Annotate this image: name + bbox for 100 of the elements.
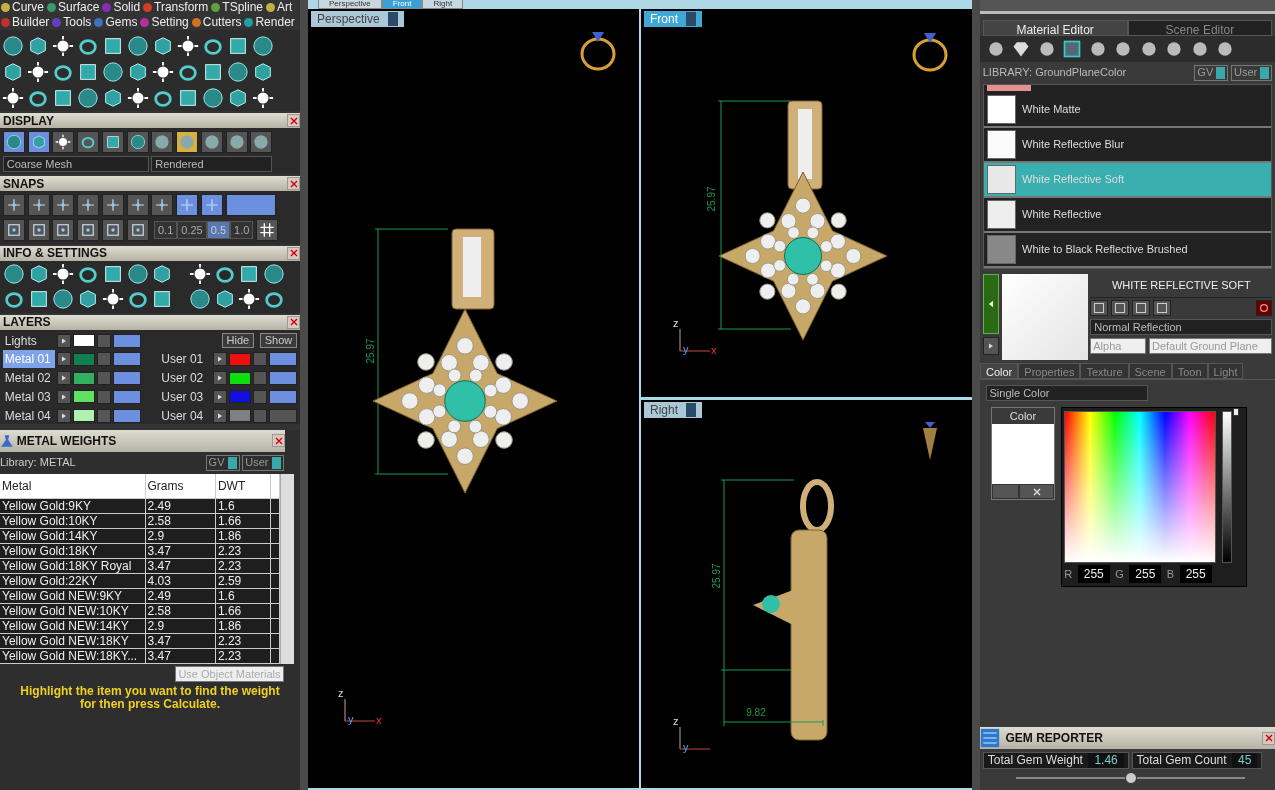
snap-button[interactable] [101,218,124,241]
layer-color[interactable] [229,371,252,385]
close-button[interactable] [1262,731,1275,745]
sun-icon[interactable] [177,35,199,57]
snap-button[interactable] [176,194,198,216]
property-tab[interactable]: Texture [1080,362,1129,379]
snap-button[interactable] [2,218,25,241]
visibility-toggle[interactable] [112,389,141,404]
snap-button[interactable] [101,194,124,216]
sun-icon[interactable] [2,87,24,109]
column-header[interactable]: Metal [0,473,145,498]
sun-icon[interactable] [52,263,75,286]
menu-item[interactable]: Builder [12,15,50,30]
sphere-icon[interactable] [252,35,274,57]
sphere-icon[interactable] [77,87,99,109]
square-icon[interactable] [77,61,99,83]
layer-color[interactable] [229,352,252,366]
close-button[interactable] [287,114,300,127]
color-mode-dropdown[interactable]: Single Color [985,385,1148,402]
sphere-icon[interactable] [202,87,224,109]
toolbar-button[interactable] [1131,300,1150,317]
view-mode-button[interactable] [77,130,99,153]
sun-icon[interactable] [127,87,149,109]
step-button[interactable]: 1.0 [230,220,254,239]
snap-button[interactable] [126,218,149,241]
menu-item[interactable]: Surface [58,0,100,15]
step-button[interactable]: 0.25 [177,220,207,239]
cube-icon[interactable] [27,35,49,57]
shading-button[interactable] [176,130,198,153]
menu-item[interactable]: Solid [113,0,141,15]
channel-value-field[interactable]: 255 [1179,565,1212,584]
scrollbar[interactable] [280,473,294,664]
cube-icon[interactable] [2,61,24,83]
visibility-toggle[interactable] [112,408,141,423]
square-icon[interactable] [202,61,224,83]
visibility-toggle[interactable] [269,408,298,423]
show-button[interactable]: Show [259,333,298,348]
square-icon[interactable] [177,87,199,109]
property-tab[interactable]: Color [980,362,1019,379]
expand-button[interactable] [56,371,71,385]
sun-icon[interactable] [188,263,211,286]
editor-tab[interactable]: Scene Editor [1127,20,1273,36]
layer-name[interactable]: Lights [2,331,55,350]
shading-button[interactable] [250,130,273,153]
column-header[interactable]: Grams [145,473,216,498]
close-button[interactable] [287,246,300,260]
menu-item[interactable]: Transform [154,0,209,15]
menu-item[interactable]: Setting [151,15,189,30]
column-header[interactable]: DWT [215,473,271,498]
expand-button[interactable] [213,352,228,367]
cube-icon[interactable] [227,87,249,109]
property-tab[interactable]: Toon [1171,362,1208,379]
sphere-icon[interactable] [263,263,285,286]
menu-item[interactable]: Cutters [202,15,242,30]
menu-item[interactable]: Art [277,0,293,15]
snap-button[interactable] [77,218,99,241]
property-tab[interactable]: Scene [1128,362,1172,379]
library-toggle[interactable]: GV [205,454,240,471]
sphere-icon[interactable] [2,263,25,286]
expand-button[interactable] [982,336,999,355]
square-icon[interactable] [227,35,249,57]
shading-button[interactable] [151,130,174,153]
sphere-icon[interactable] [102,61,124,83]
toolbar-button[interactable] [1152,300,1171,317]
color-spectrum[interactable] [1064,410,1217,563]
layer-name[interactable]: Metal 03 [2,387,55,406]
expand-button[interactable] [213,408,228,423]
library-toggle[interactable]: GV [1194,64,1229,81]
sphere-icon[interactable] [2,35,24,57]
snap-button[interactable] [200,194,223,216]
expand-button[interactable] [213,371,228,385]
layer-color[interactable] [72,409,95,422]
cube-icon[interactable] [152,35,174,57]
layer-color[interactable] [72,352,95,366]
visibility-toggle[interactable] [112,371,141,385]
sphere-icon[interactable] [126,263,149,286]
shading-button[interactable] [225,130,248,153]
view-menu-button[interactable]: Right [644,402,702,418]
visibility-toggle[interactable] [112,352,141,367]
cube-icon[interactable] [77,288,99,310]
clear-button[interactable] [1019,484,1054,500]
visibility-toggle[interactable] [112,333,141,348]
library-toggle[interactable]: User [242,454,284,471]
expand-button[interactable] [56,352,71,367]
snap-button[interactable] [151,194,174,216]
layer-name[interactable]: User 01 [159,350,212,369]
slider-thumb[interactable] [1124,772,1137,784]
toggle-button[interactable] [225,194,276,216]
snap-button[interactable] [27,194,50,216]
channel-value-field[interactable]: 255 [1077,565,1110,584]
menu-item[interactable]: Gems [105,15,138,30]
shading-button[interactable] [200,130,223,153]
refresh-button[interactable] [1256,300,1273,317]
toolbar-button[interactable] [1111,300,1129,317]
color-wheel-button[interactable] [992,484,1019,500]
close-button[interactable] [272,434,285,447]
sun-icon[interactable] [238,288,261,310]
layer-name[interactable]: User 03 [159,387,212,406]
sphere-icon[interactable] [188,288,211,310]
view-mode-button[interactable] [2,130,25,153]
